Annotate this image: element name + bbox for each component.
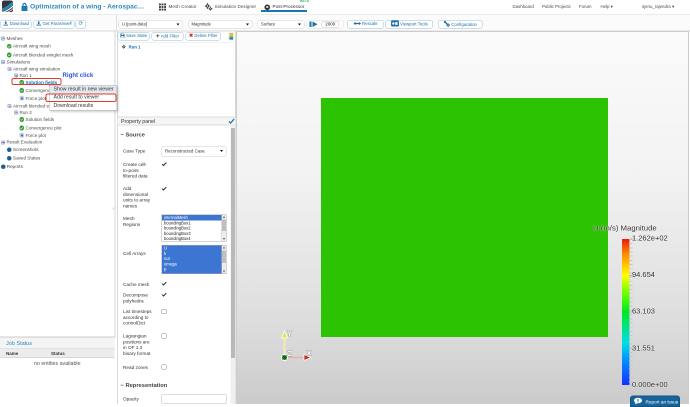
svg-text:X: X xyxy=(307,349,312,358)
svg-text:Y: Y xyxy=(287,329,292,338)
svg-text:Z: Z xyxy=(288,349,293,358)
